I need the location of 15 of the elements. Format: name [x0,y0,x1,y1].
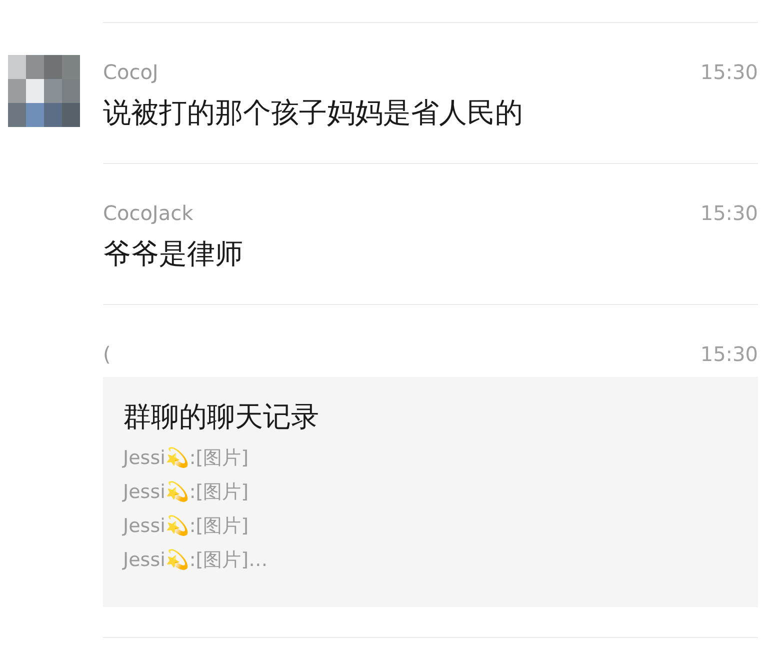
message-time: 15:30 [700,341,758,368]
chat-record-card[interactable]: 群聊的聊天记录 Jessi💫:[图片] Jessi💫:[图片] Jessi💫:[图片] Jessi💫:[图片]… [103,377,758,607]
avatar-icon[interactable] [8,55,80,127]
sender-name: CocoJack [103,200,194,227]
message-text: 说被打的那个孩子妈妈是省人民的 [103,95,524,131]
message-text: 爷爷是律师 [103,236,244,272]
sender-name: ( [103,341,111,368]
record-title: 群聊的聊天记录 [123,399,320,435]
message-time: 15:30 [700,200,758,227]
record-line: Jessi💫:[图片] [123,514,250,539]
record-line: Jessi💫:[图片] [123,480,250,505]
record-line: Jessi💫:[图片] [123,446,250,471]
sender-name: CocoJ [103,59,158,86]
record-line: Jessi💫:[图片]… [123,548,269,573]
message-time: 15:30 [700,59,758,86]
